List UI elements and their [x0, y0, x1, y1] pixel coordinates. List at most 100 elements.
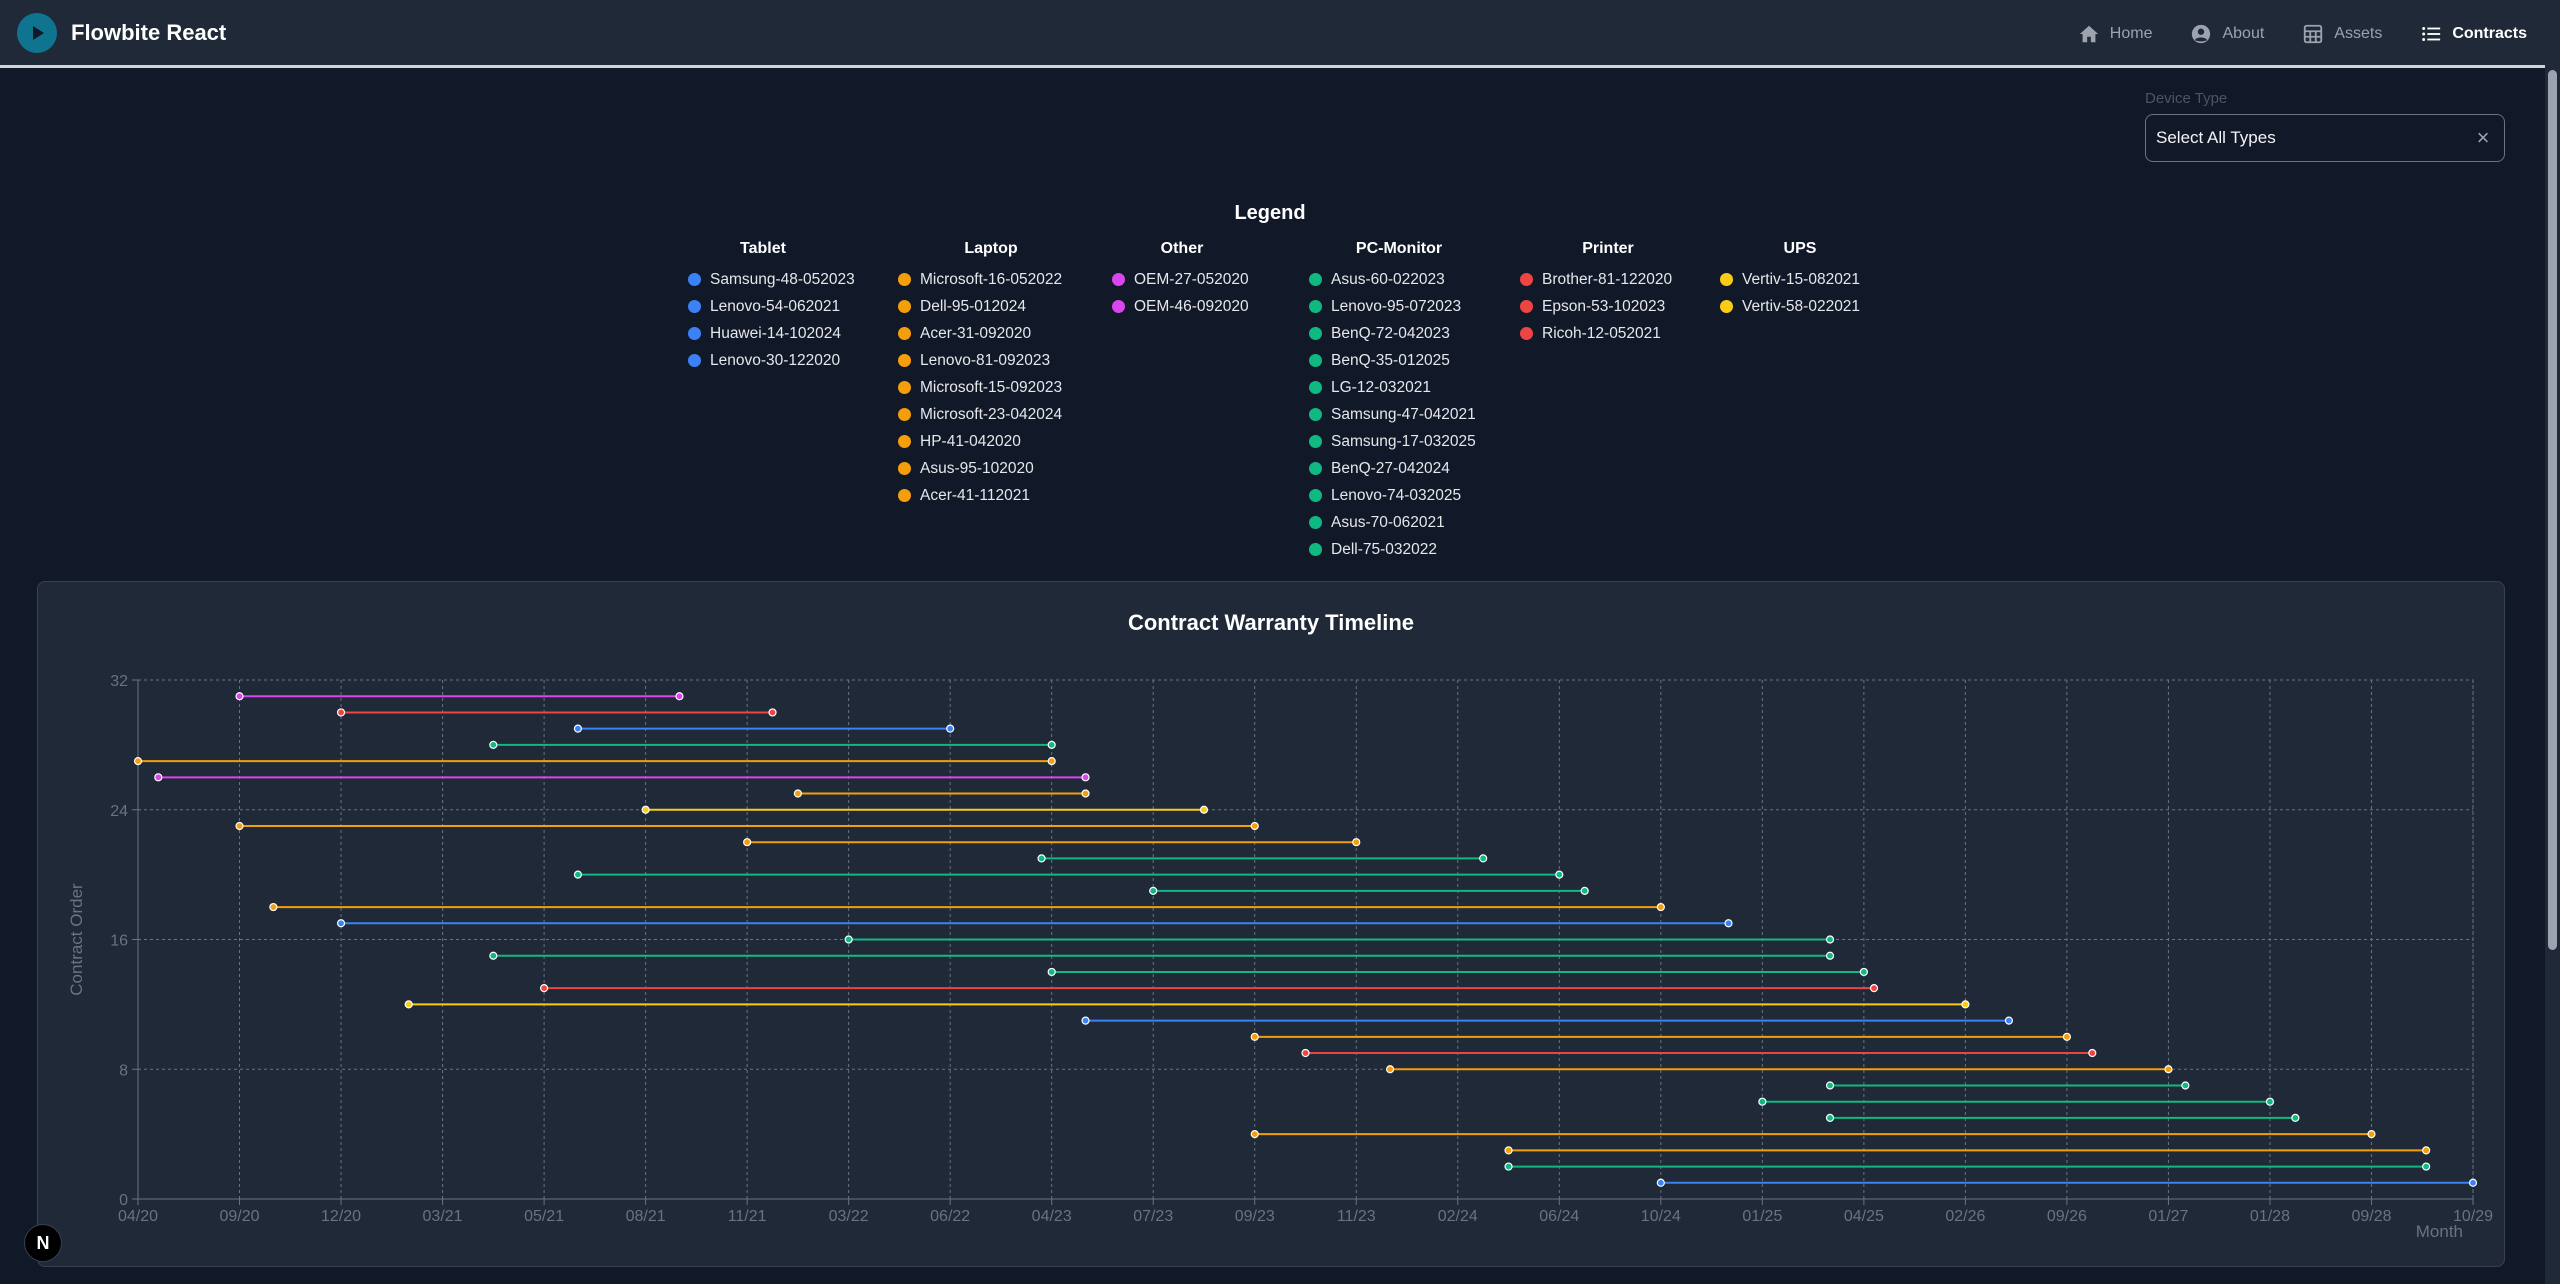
legend-item-label: BenQ-72-042023	[1331, 324, 1450, 342]
contract-start-point	[743, 838, 752, 847]
legend-item[interactable]: OEM-27-052020	[1112, 266, 1252, 293]
contract-end-point	[1047, 756, 1056, 766]
contract-end-point	[1656, 902, 1665, 912]
legend-item[interactable]: HP-41-042020	[898, 428, 1084, 455]
contract-end-point	[1825, 935, 1835, 944]
page-scrollbar[interactable]	[2545, 0, 2560, 1284]
user-circle-icon	[2192, 24, 2211, 44]
legend-item[interactable]: Acer-31-092020	[898, 320, 1084, 347]
nav-home-link[interactable]: Home	[2078, 23, 2152, 45]
legend-dot-icon	[688, 273, 701, 286]
contract-start-point	[336, 919, 346, 928]
contract-end-point	[2422, 1146, 2431, 1155]
nav-about-label: About	[2222, 25, 2265, 42]
chart-card: Contract Warranty Timeline 04/20 09/20 12/…	[37, 581, 2505, 1267]
legend-item[interactable]: Microsoft-23-042024	[898, 401, 1084, 428]
legend-dot-icon	[1309, 381, 1322, 394]
legend-item-label: Lenovo-54-062021	[710, 297, 841, 315]
legend-group-title: UPS	[1783, 240, 1817, 257]
legend-dot-icon	[1309, 300, 1322, 313]
legend-dot-icon	[898, 327, 911, 340]
legend-dot-icon	[1309, 327, 1322, 340]
nav-about-link[interactable]: About	[2190, 23, 2264, 45]
contract-start-point	[154, 773, 163, 782]
legend-item[interactable]: BenQ-27-042024	[1309, 455, 1489, 482]
x-tick-label: 09/26	[2047, 1208, 2087, 1225]
legend-dot-icon	[1309, 435, 1322, 448]
contract-end-point	[2367, 1130, 2376, 1139]
contract-end-point	[1352, 838, 1361, 847]
legend-item[interactable]: Samsung-48-052023	[688, 266, 855, 293]
contract-end-point	[2265, 1097, 2275, 1106]
legend-dot-icon	[898, 462, 911, 475]
legend-dot-icon	[1309, 489, 1322, 502]
legend-item-label: Asus-95-102020	[920, 459, 1034, 477]
contract-start-point	[235, 692, 244, 701]
contract-end-point	[1081, 789, 1090, 798]
app-title: Flowbite React	[71, 19, 227, 45]
legend-item-label: Samsung-47-042021	[1331, 405, 1476, 423]
legend-item[interactable]: LG-12-032021	[1309, 374, 1489, 401]
legend-dot-icon	[898, 381, 911, 394]
legend-title: Legend	[1234, 202, 1306, 224]
legend-item[interactable]: OEM-46-092020	[1112, 293, 1252, 320]
legend-item-label: Lenovo-30-122020	[710, 351, 841, 369]
legend-item[interactable]: Microsoft-15-092023	[898, 374, 1084, 401]
legend-item[interactable]: Microsoft-16-052022	[898, 266, 1084, 293]
nav-links: Home About Assets Contracts	[2078, 0, 2527, 68]
x-tick-label: 09/23	[1235, 1208, 1275, 1225]
y-tick-label: 24	[110, 803, 128, 820]
legend-item[interactable]: Vertiv-58-022021	[1720, 293, 1880, 320]
scrollbar-thumb[interactable]	[2548, 70, 2557, 950]
x-tick-label: 01/25	[1742, 1208, 1782, 1225]
contract-end-point	[1199, 805, 1209, 814]
legend-group-other: Other OEM-27-052020 OEM-46-092020	[1112, 240, 1252, 320]
legend-item[interactable]: BenQ-35-012025	[1309, 347, 1489, 374]
legend-item[interactable]: Asus-60-022023	[1309, 266, 1489, 293]
contract-start-point	[1656, 1178, 1665, 1187]
legend-dot-icon	[1309, 408, 1322, 421]
contract-end-point	[1869, 984, 1879, 993]
legend-group-title: Laptop	[964, 240, 1018, 257]
brand[interactable]: Flowbite React	[17, 12, 227, 53]
legend-item[interactable]: Epson-53-102023	[1520, 293, 1696, 320]
x-tick-label: 02/24	[1438, 1208, 1478, 1225]
legend-item[interactable]: Lenovo-54-062021	[688, 293, 855, 320]
legend-item[interactable]: Huawei-14-102024	[688, 320, 855, 347]
contract-start-point	[1758, 1097, 1767, 1106]
legend-dot-icon	[1309, 462, 1322, 475]
legend-item[interactable]: Lenovo-81-092023	[898, 347, 1084, 374]
legend-item[interactable]: Ricoh-12-052021	[1520, 320, 1696, 347]
legend-group-tablet: Tablet Samsung-48-052023 Lenovo-54-062021 H…	[688, 240, 855, 374]
legend-dot-icon	[898, 489, 911, 502]
device-type-select[interactable]: Select All Types ×	[2145, 114, 2505, 162]
legend-item[interactable]: Samsung-47-042021	[1309, 401, 1489, 428]
contract-end-point	[2164, 1065, 2173, 1074]
legend-item-label: BenQ-35-012025	[1331, 351, 1450, 369]
legend-item[interactable]: Acer-41-112021	[898, 482, 1084, 509]
legend-item[interactable]: Asus-70-062021	[1309, 509, 1489, 536]
legend-item[interactable]: BenQ-72-042023	[1309, 320, 1489, 347]
legend-item[interactable]: Brother-81-122020	[1520, 266, 1696, 293]
contract-end-point	[1580, 886, 1589, 895]
legend-item[interactable]: Dell-95-012024	[898, 293, 1084, 320]
legend-dot-icon	[1309, 543, 1322, 556]
legend-item-label: Ricoh-12-052021	[1542, 324, 1661, 342]
legend-item[interactable]: Asus-95-102020	[898, 455, 1084, 482]
legend-item[interactable]: Samsung-17-032025	[1309, 428, 1489, 455]
legend-item[interactable]: Vertiv-15-082021	[1720, 266, 1880, 293]
legend-dot-icon	[898, 408, 911, 421]
legend-item[interactable]: Lenovo-74-032025	[1309, 482, 1489, 509]
legend-item-label: Dell-95-012024	[920, 297, 1026, 315]
contract-start-point	[404, 1000, 413, 1009]
x-tick-label: 10/24	[1641, 1208, 1681, 1225]
next-dev-badge[interactable]: N	[24, 1224, 62, 1262]
nav-assets-link[interactable]: Assets	[2302, 23, 2382, 45]
legend-item[interactable]: Lenovo-95-072023	[1309, 293, 1489, 320]
legend-dot-icon	[688, 327, 701, 340]
nav-contracts-link[interactable]: Contracts	[2420, 23, 2527, 45]
close-icon[interactable]: ×	[2472, 127, 2494, 149]
legend-item[interactable]: Lenovo-30-122020	[688, 347, 855, 374]
legend-item[interactable]: Dell-75-032022	[1309, 536, 1489, 563]
legend-dot-icon	[1112, 273, 1125, 286]
